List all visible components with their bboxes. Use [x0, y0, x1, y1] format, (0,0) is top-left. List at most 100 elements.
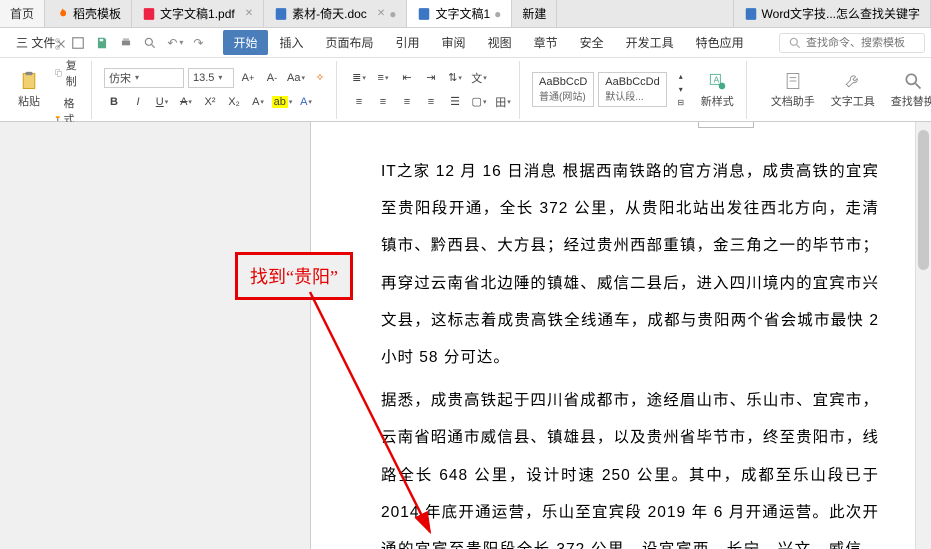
style-name: 默认段...	[605, 92, 643, 103]
tab-pdf[interactable]: 文字文稿1.pdf ✕	[132, 0, 264, 27]
style-preview: AaBbCcD	[539, 76, 587, 88]
menu-insert[interactable]: 插入	[270, 30, 314, 55]
clear-format-button[interactable]: ✧	[310, 68, 330, 88]
text-direction-button[interactable]: 文▾	[469, 68, 489, 88]
subscript-button[interactable]: X₂	[224, 92, 244, 112]
search-input[interactable]	[806, 37, 916, 49]
font-size-value: 13.5	[193, 72, 214, 84]
style-expand[interactable]: ⊟	[671, 97, 691, 109]
text-tool-button[interactable]: 文字工具	[825, 69, 881, 111]
close-icon[interactable]: ✕	[245, 8, 253, 19]
tab-current-doc[interactable]: 文字文稿1 ●	[407, 0, 512, 27]
scrollbar-thumb[interactable]	[918, 130, 929, 270]
menu-review[interactable]: 审阅	[432, 30, 476, 55]
annotation-callout: 找到“贵阳”	[235, 252, 353, 300]
workspace: IT之家 12 月 16 日消息 根据西南铁路的官方消息，成贵高铁的宜宾至贵阳段…	[0, 122, 931, 549]
align-center-button[interactable]: ≡	[373, 92, 393, 112]
style-name: 普通(网站)	[539, 92, 586, 103]
preview-icon[interactable]	[139, 34, 161, 52]
close-icon[interactable]: ✕	[377, 8, 385, 19]
doc-helper-icon	[783, 71, 803, 91]
word-icon	[744, 7, 758, 21]
document-body[interactable]: IT之家 12 月 16 日消息 根据西南铁路的官方消息，成贵高铁的宜宾至贵阳段…	[381, 153, 879, 549]
menu-view[interactable]: 视图	[478, 30, 522, 55]
align-left-button[interactable]: ≡	[349, 92, 369, 112]
vertical-scrollbar[interactable]	[915, 122, 931, 549]
tab-label: 新建	[522, 5, 546, 22]
undo-icon[interactable]: ↶▾	[163, 34, 187, 52]
distribute-button[interactable]: ☰	[445, 92, 465, 112]
style-preview: AaBbCcDd	[605, 76, 659, 88]
font-group: 仿宋▾ 13.5▾ A+ A- Aa▾ ✧ B I U▾ A▾ X² X₂ A▾…	[98, 61, 337, 119]
decrease-indent-button[interactable]: ⇤	[397, 68, 417, 88]
copy-icon	[54, 66, 64, 80]
bold-button[interactable]: B	[104, 92, 124, 112]
style-scroll-down[interactable]: ▾	[671, 84, 691, 96]
tab-label: 素材-倚天.doc	[292, 5, 367, 22]
font-family-select[interactable]: 仿宋▾	[104, 68, 184, 88]
align-right-button[interactable]: ≡	[397, 92, 417, 112]
strike-button[interactable]: A▾	[176, 92, 196, 112]
tab-help[interactable]: Word文字技...怎么查找关键字	[733, 0, 931, 27]
menu-special[interactable]: 特色应用	[686, 30, 754, 55]
font-size-select[interactable]: 13.5▾	[188, 68, 234, 88]
numbering-button[interactable]: ≡▾	[373, 68, 393, 88]
line-spacing-button[interactable]: ⇅▾	[445, 68, 465, 88]
tab-doc-material[interactable]: 素材-倚天.doc ✕ ●	[264, 0, 407, 27]
menu-chapter[interactable]: 章节	[524, 30, 568, 55]
word-icon	[274, 7, 288, 21]
style-normal-web[interactable]: AaBbCcD 普通(网站)	[532, 72, 594, 107]
modified-dot: ●	[494, 7, 501, 21]
paragraph-1[interactable]: IT之家 12 月 16 日消息 根据西南铁路的官方消息，成贵高铁的宜宾至贵阳段…	[381, 153, 879, 376]
styles-group: AaBbCcD 普通(网站) AaBbCcDd 默认段... ▴ ▾ ⊟ A 新…	[526, 61, 747, 119]
menu-start[interactable]: 开始	[223, 30, 267, 55]
paste-label: 粘贴	[18, 93, 40, 109]
save-icon[interactable]	[91, 34, 113, 52]
font-color-button[interactable]: A▾	[248, 92, 268, 112]
paste-icon	[19, 71, 39, 91]
wrench-icon	[843, 71, 863, 91]
cut-icon	[54, 37, 68, 51]
increase-indent-button[interactable]: ⇥	[421, 68, 441, 88]
underline-button[interactable]: U▾	[152, 92, 172, 112]
redo-icon[interactable]: ↷	[189, 34, 207, 52]
paste-button[interactable]: 粘贴	[12, 69, 46, 111]
clipboard-group: 粘贴 复制 格式刷	[6, 61, 92, 119]
menu-ref[interactable]: 引用	[386, 30, 430, 55]
text-tool-label: 文字工具	[831, 93, 875, 109]
document-page[interactable]: IT之家 12 月 16 日消息 根据西南铁路的官方消息，成贵高铁的宜宾至贵阳段…	[310, 122, 930, 549]
text-effect-button[interactable]: A▾	[296, 92, 316, 112]
tab-template[interactable]: 稻壳模板	[45, 0, 132, 27]
align-justify-button[interactable]: ≡	[421, 92, 441, 112]
superscript-button[interactable]: X²	[200, 92, 220, 112]
print-icon[interactable]	[115, 34, 137, 52]
bullets-button[interactable]: ≣▾	[349, 68, 369, 88]
italic-button[interactable]: I	[128, 92, 148, 112]
border-button[interactable]: 田▾	[493, 92, 513, 112]
doc-helper-button[interactable]: 文档助手	[765, 69, 821, 111]
style-scroll-up[interactable]: ▴	[671, 71, 691, 83]
menu-layout[interactable]: 页面布局	[316, 30, 384, 55]
change-case-button[interactable]: Aa▾	[286, 68, 306, 88]
style-default[interactable]: AaBbCcDd 默认段...	[598, 72, 666, 107]
new-style-button[interactable]: A 新样式	[695, 69, 740, 111]
menu-safe[interactable]: 安全	[570, 30, 614, 55]
paragraph-2[interactable]: 据悉，成贵高铁起于四川省成都市，途经眉山市、乐山市、宜宾市，云南省昭通市威信县、…	[381, 382, 879, 549]
tab-label: Word文字技...怎么查找关键字	[762, 5, 920, 22]
menu-dev[interactable]: 开发工具	[616, 30, 684, 55]
tab-home[interactable]: 首页	[0, 0, 45, 27]
copy-button[interactable]: 复制	[50, 55, 85, 91]
grow-font-button[interactable]: A+	[238, 68, 258, 88]
tools-group: 文档助手 文字工具 查找替换 选择	[759, 61, 931, 119]
doc-helper-label: 文档助手	[771, 93, 815, 109]
cut-button[interactable]	[50, 35, 85, 53]
search-icon	[788, 36, 802, 50]
highlight-button[interactable]: ab▾	[272, 92, 292, 112]
tab-bar: 首页 稻壳模板 文字文稿1.pdf ✕ 素材-倚天.doc ✕ ● 文字文稿1 …	[0, 0, 931, 28]
shading-button[interactable]: ▢▾	[469, 92, 489, 112]
search-command[interactable]	[779, 33, 925, 53]
menu-row: 三 文件 ↶▾ ↷ 开始 插入 页面布局 引用 审阅 视图 章节 安全 开发工具…	[0, 28, 931, 58]
shrink-font-button[interactable]: A-	[262, 68, 282, 88]
tab-new[interactable]: 新建	[512, 0, 557, 27]
find-replace-button[interactable]: 查找替换	[885, 69, 931, 111]
